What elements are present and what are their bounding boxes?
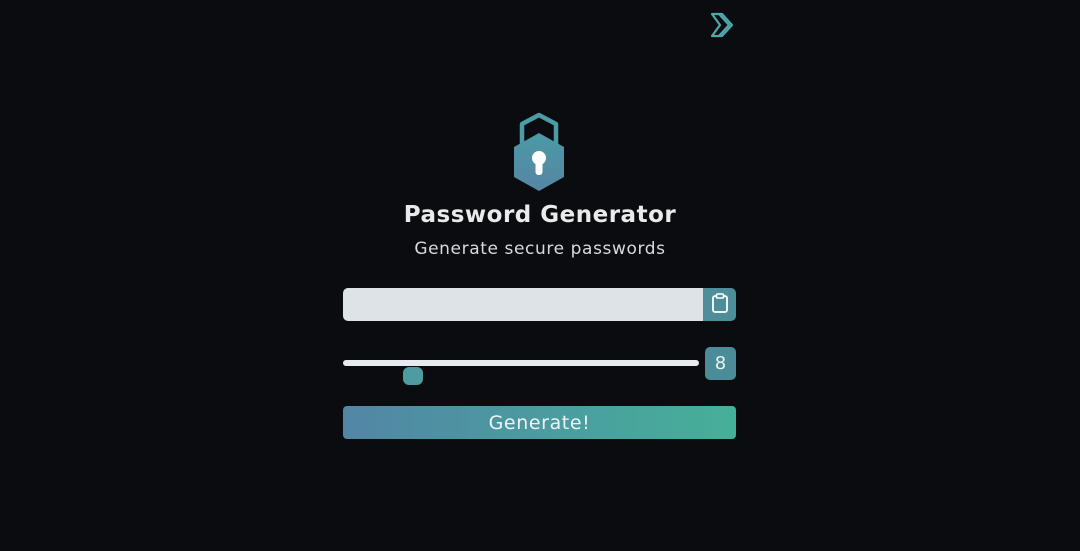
length-slider-thumb[interactable] [403,367,424,385]
password-output-row [343,288,736,321]
generate-button[interactable]: Generate! [343,406,736,439]
length-slider-track[interactable] [343,360,699,385]
lock-icon [510,112,568,194]
copy-button[interactable] [703,288,736,321]
password-output-field[interactable] [343,288,703,321]
clipboard-icon [711,293,729,316]
password-generator-page: Password Generator Generate secure passw… [0,0,1080,551]
chevron-logo-icon[interactable] [708,11,736,39]
page-title: Password Generator [403,202,677,228]
page-subtitle: Generate secure passwords [414,239,666,259]
length-slider-row: 8 [343,347,736,385]
length-value-badge: 8 [705,347,736,380]
